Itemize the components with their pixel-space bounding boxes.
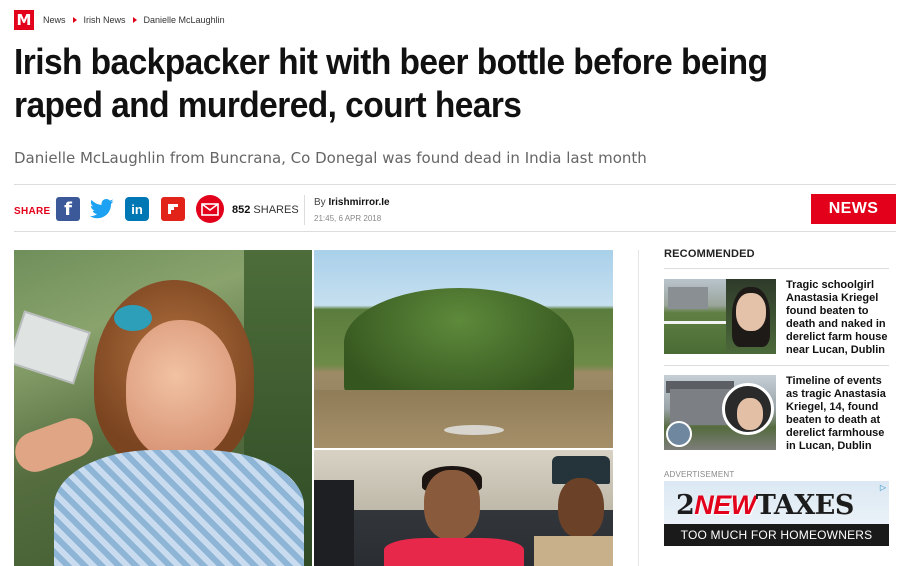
photo-dress: [54, 450, 304, 566]
ad-tagline: TOO MUCH FOR HOMEOWNERS: [664, 524, 889, 546]
share-count: 852 SHARES: [232, 204, 299, 216]
ad-number: 2: [676, 490, 695, 521]
facebook-icon[interactable]: f: [56, 197, 80, 221]
thumb-police-tape: [664, 321, 726, 324]
article-timestamp: 21:45, 6 APR 2018: [314, 214, 382, 223]
flipboard-icon[interactable]: [161, 197, 185, 221]
photo-officer-head: [558, 478, 604, 538]
advertisement-banner[interactable]: ▷ 2NEWTAXES TOO MUCH FOR HOMEOWNERS: [664, 481, 889, 546]
email-icon[interactable]: [196, 195, 224, 223]
thumb-inset: [666, 421, 692, 447]
recommended-item[interactable]: Timeline of events as tragic Anastasia K…: [664, 375, 889, 453]
ad-word: TAXES: [755, 490, 855, 521]
divider: [664, 365, 889, 366]
byline: By Irishmirror.Ie: [314, 197, 390, 208]
article-headline: Irish backpacker hit with beer bottle be…: [14, 41, 768, 125]
twitter-icon[interactable]: [90, 197, 114, 221]
photo-signpost: [14, 310, 91, 385]
recommended-headline[interactable]: Tragic schoolgirl Anastasia Kriegel foun…: [786, 279, 889, 357]
recommended-thumbnail[interactable]: [664, 375, 776, 450]
adchoices-icon[interactable]: ▷: [880, 483, 886, 492]
photo-officer-left: [314, 480, 354, 566]
mirror-logo[interactable]: M: [14, 10, 34, 30]
photo-ground: [314, 390, 613, 448]
photo-victim: [14, 250, 312, 566]
recommended-item[interactable]: Tragic schoolgirl Anastasia Kriegel foun…: [664, 279, 889, 357]
photo-face: [126, 320, 236, 460]
linkedin-icon[interactable]: in: [125, 197, 149, 221]
article-standfirst: Danielle McLaughlin from Buncrana, Co Do…: [14, 149, 647, 167]
share-bar: SHARE f in 852 SHARES By Irishmirror.Ie …: [14, 184, 896, 232]
divider: [304, 195, 305, 225]
recommended-headline[interactable]: Timeline of events as tragic Anastasia K…: [786, 375, 889, 453]
photo-hill: [344, 288, 574, 398]
photo-suspect-shirt: [384, 538, 524, 566]
thumb-face: [737, 398, 763, 430]
photo-suspect-head: [424, 470, 480, 540]
share-count-label: SHARES: [253, 204, 299, 216]
thumb-farmhouse: [664, 375, 776, 450]
thumb-portrait: [726, 279, 776, 354]
share-count-number: 852: [232, 204, 251, 216]
photo-suspect-escorted: [314, 450, 613, 566]
divider: [664, 268, 889, 269]
section-badge[interactable]: NEWS: [811, 194, 896, 224]
ad-highlight: NEW: [694, 490, 756, 520]
photo-officer-uniform: [534, 536, 613, 566]
breadcrumb-danielle-mclaughlin[interactable]: Danielle McLaughlin: [144, 15, 225, 25]
chevron-right-icon: [132, 17, 137, 23]
thumb-portrait-circle: [722, 383, 774, 435]
photo-crime-scene: [314, 250, 613, 448]
chevron-right-icon: [72, 17, 77, 23]
thumb-house: [670, 389, 730, 425]
recommended-heading: RECOMMENDED: [664, 248, 755, 260]
photo-cloth-patch: [444, 425, 504, 435]
breadcrumb-news[interactable]: News: [43, 15, 66, 25]
advertisement-label: ADVERTISEMENT: [664, 470, 735, 479]
article-hero-image[interactable]: [14, 250, 613, 566]
photo-hair-clip: [114, 305, 152, 331]
recommended-thumbnail[interactable]: [664, 279, 776, 354]
column-divider: [638, 250, 639, 566]
thumb-house: [668, 287, 708, 309]
share-label: SHARE: [14, 206, 51, 217]
ad-headline: 2NEWTAXES: [676, 490, 854, 521]
byline-author[interactable]: Irishmirror.Ie: [328, 197, 389, 208]
byline-prefix: By: [314, 197, 326, 208]
thumb-face: [736, 293, 766, 331]
breadcrumb-irish-news[interactable]: Irish News: [84, 15, 126, 25]
thumb-farmhouse: [664, 279, 726, 354]
breadcrumb: M News Irish News Danielle McLaughlin: [14, 10, 225, 30]
